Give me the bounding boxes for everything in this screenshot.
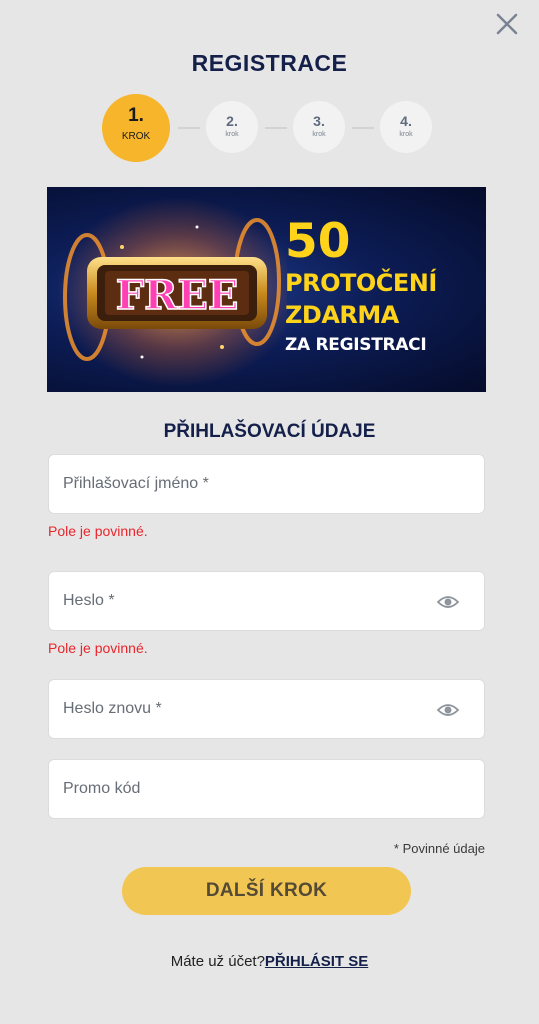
step-connector bbox=[352, 127, 374, 129]
banner-number: 50 bbox=[285, 214, 351, 269]
password-error: Pole je povinné. bbox=[48, 640, 148, 656]
eye-icon[interactable] bbox=[436, 592, 460, 612]
step-label: krok bbox=[399, 131, 413, 138]
promo-banner: FREE 50 PROTOČENÍ ZDARMA ZA REGISTRACI bbox=[47, 187, 486, 392]
step-number: 4. bbox=[400, 113, 412, 129]
password-repeat-field bbox=[48, 679, 485, 739]
step-1: 1. KROK bbox=[102, 94, 170, 162]
step-label: KROK bbox=[121, 131, 151, 142]
step-4: 4. krok bbox=[380, 101, 432, 153]
login-link[interactable]: PŘIHLÁSIT SE bbox=[265, 953, 368, 970]
required-note: * Povinné údaje bbox=[393, 841, 485, 856]
promo-code-field bbox=[48, 759, 485, 819]
reel-text: FREE bbox=[116, 272, 239, 319]
banner-line-1: PROTOČENÍ bbox=[285, 269, 437, 297]
banner-line-3: ZA REGISTRACI bbox=[285, 335, 427, 355]
slot-reel-image: FREE bbox=[57, 197, 287, 387]
step-label: krok bbox=[225, 131, 239, 138]
close-icon[interactable] bbox=[495, 12, 519, 36]
banner-line-2: ZDARMA bbox=[285, 301, 399, 329]
login-question: Máte už účet? bbox=[170, 953, 265, 970]
step-indicator: 1. KROK 2. krok 3. krok 4. krok bbox=[0, 94, 539, 162]
username-field bbox=[48, 454, 485, 514]
step-connector bbox=[265, 127, 287, 129]
step-number: 2. bbox=[226, 113, 238, 129]
login-prompt: Máte už účet?PŘIHLÁSIT SE bbox=[0, 953, 539, 970]
password-field bbox=[48, 571, 485, 631]
step-label: krok bbox=[312, 131, 326, 138]
step-2: 2. krok bbox=[206, 101, 258, 153]
section-title: PŘIHLAŠOVACÍ ÚDAJE bbox=[163, 421, 376, 442]
password-repeat-input[interactable] bbox=[49, 680, 484, 738]
step-number: 3. bbox=[313, 113, 325, 129]
step-3: 3. krok bbox=[293, 101, 345, 153]
next-step-button[interactable]: DALŠÍ KROK bbox=[122, 867, 411, 915]
eye-icon[interactable] bbox=[436, 700, 460, 720]
banner-text: 50 PROTOČENÍ ZDARMA ZA REGISTRACI bbox=[285, 217, 437, 359]
page-title: REGISTRACE bbox=[191, 50, 348, 76]
step-number: 1. bbox=[128, 105, 144, 126]
username-error: Pole je povinné. bbox=[48, 523, 148, 539]
step-connector bbox=[178, 127, 200, 129]
promo-code-input[interactable] bbox=[49, 760, 484, 818]
password-input[interactable] bbox=[49, 572, 484, 630]
username-input[interactable] bbox=[49, 455, 484, 513]
